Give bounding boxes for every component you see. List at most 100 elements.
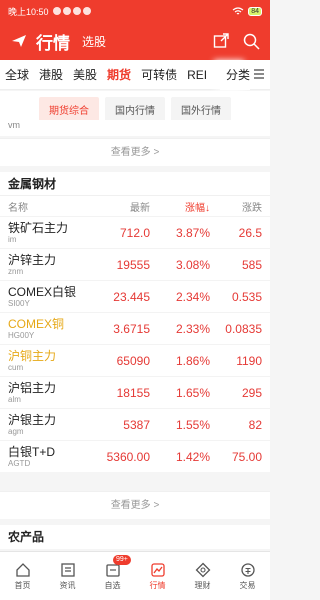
app-header: 行情 选股	[0, 22, 270, 60]
pct-change: 1.55%	[175, 417, 210, 432]
pct-change: 3.08%	[175, 257, 210, 272]
wifi-icon	[232, 6, 244, 14]
nav-label: 自选	[104, 580, 121, 590]
latest-price: 19555	[116, 257, 150, 272]
nav-market[interactable]: 行情	[135, 552, 180, 600]
home-icon	[15, 562, 30, 577]
status-time: 晚上10:50	[8, 6, 49, 17]
latest-price: 5360.00	[106, 449, 150, 464]
nav-trade[interactable]: 交易	[225, 552, 270, 600]
tab-convertible-bonds[interactable]: 可转债	[136, 66, 182, 83]
menu-icon[interactable]	[254, 68, 264, 80]
latest-price: 18155	[116, 385, 150, 400]
table-row[interactable]: COMEX白银 SI00Y 23.445 2.34% 0.535	[0, 280, 270, 312]
tab-reits[interactable]: REI	[182, 68, 212, 82]
col-price[interactable]: 最新	[98, 199, 150, 214]
nav-home[interactable]: 首页	[0, 552, 45, 600]
stock-picker-link[interactable]: 选股	[82, 33, 106, 50]
see-more-button[interactable]: 查看更多 >	[0, 491, 270, 519]
table-row[interactable]: 沪银主力 agm 5387 1.55% 82	[0, 408, 270, 440]
app-logo-icon	[12, 35, 26, 47]
market-tabs: 全球 港股 美股 期货 可转债 REI 分类	[0, 60, 270, 90]
bottom-nav: 首页 资讯 99+ 自选 行情 理财 交易	[0, 551, 270, 600]
page-title: 行情	[36, 33, 70, 53]
table-row[interactable]: 沪锌主力 znm 19555 3.08% 585	[0, 248, 270, 280]
pct-change: 1.65%	[175, 385, 210, 400]
col-change[interactable]: 涨跌	[210, 199, 262, 214]
change: 295	[241, 385, 262, 400]
previous-section-tail: vm	[0, 120, 270, 136]
pct-change: 1.42%	[175, 449, 210, 464]
tab-hk-stocks[interactable]: 港股	[34, 66, 68, 83]
table-row[interactable]: 白银T+D AGTD 5360.00 1.42% 75.00	[0, 440, 270, 472]
contract-code: alm	[8, 394, 21, 404]
change: 0.535	[231, 289, 262, 304]
see-more-button[interactable]: 查看更多 >	[0, 138, 270, 166]
contract-code: cum	[8, 362, 24, 372]
contract-name: 白银T+D	[8, 444, 56, 459]
status-bar: 晚上10:50 84	[0, 0, 270, 22]
contract-code: SI00Y	[8, 298, 30, 308]
notification-icon	[82, 7, 91, 15]
tab-global[interactable]: 全球	[0, 66, 34, 83]
table-row[interactable]: 沪铝主力 alm 18155 1.65% 295	[0, 376, 270, 408]
tab-futures[interactable]: 期货	[102, 66, 136, 83]
wealth-icon	[195, 562, 210, 577]
latest-price: 23.445	[113, 289, 150, 304]
contract-name: 沪铝主力	[8, 380, 57, 395]
nav-label: 理财	[194, 580, 211, 590]
contract-name: COMEX铜	[8, 316, 65, 331]
category-button[interactable]: 分类	[219, 60, 250, 90]
section-title: 金属钢材	[0, 172, 270, 196]
subtab-international[interactable]: 国外行情	[171, 96, 231, 122]
subtab-futures-overview[interactable]: 期货综合	[39, 96, 99, 122]
nav-wealth[interactable]: 理财	[180, 552, 225, 600]
nav-label: 行情	[149, 580, 166, 590]
contract-code: znm	[8, 266, 24, 276]
latest-price: 5387	[123, 417, 150, 432]
notification-icon	[62, 7, 71, 15]
trade-icon	[240, 562, 255, 577]
latest-price: 65090	[116, 353, 150, 368]
change: 585	[241, 257, 262, 272]
table-row[interactable]: 铁矿石主力 im 712.0 3.87% 26.5	[0, 216, 270, 248]
tab-us-stocks[interactable]: 美股	[68, 66, 102, 83]
nav-label: 交易	[239, 580, 256, 590]
market-icon	[150, 562, 165, 577]
subtab-domestic[interactable]: 国内行情	[105, 96, 165, 122]
table-row[interactable]: COMEX铜 HG00Y 3.6715 2.33% 0.0835	[0, 312, 270, 344]
contract-code: im	[8, 234, 17, 244]
contract-name: COMEX白银	[8, 284, 77, 299]
table-row[interactable]: 沪铜主力 cum 65090 1.86% 1190	[0, 344, 270, 376]
contract-name: 沪铜主力	[8, 348, 57, 363]
nav-label: 首页	[14, 580, 31, 590]
contract-name: 铁矿石主力	[8, 220, 69, 235]
pct-change: 3.87%	[175, 225, 210, 240]
search-icon[interactable]	[243, 33, 260, 50]
change: 1190	[236, 353, 262, 368]
pct-change: 2.34%	[175, 289, 210, 304]
contract-code: HG00Y	[8, 330, 35, 340]
contract-name: 沪银主力	[8, 412, 57, 427]
change: 0.0835	[225, 321, 262, 336]
agri-section-title: 农产品	[0, 525, 270, 549]
metals-section: 金属钢材 名称 最新 涨幅↓ 涨跌 铁矿石主力 im 712.0 3.87% 26…	[0, 172, 270, 472]
contract-code: agm	[8, 426, 24, 436]
share-icon[interactable]	[213, 33, 229, 49]
nav-label: 资讯	[59, 580, 76, 590]
notification-badge: 99+	[113, 555, 131, 565]
notification-icon	[52, 7, 61, 15]
col-name[interactable]: 名称	[8, 199, 98, 214]
change: 82	[248, 417, 262, 432]
column-header: 名称 最新 涨幅↓ 涨跌	[0, 196, 270, 216]
news-icon	[60, 562, 75, 577]
change: 75.00	[231, 449, 262, 464]
latest-price: 3.6715	[113, 321, 150, 336]
pct-change: 2.33%	[175, 321, 210, 336]
col-pct-change[interactable]: 涨幅↓	[150, 199, 210, 214]
notification-icon	[72, 7, 81, 15]
nav-news[interactable]: 资讯	[45, 552, 90, 600]
contract-code: AGTD	[8, 458, 31, 468]
nav-watchlist[interactable]: 99+ 自选	[90, 552, 135, 600]
battery-icon: 84	[248, 6, 262, 16]
